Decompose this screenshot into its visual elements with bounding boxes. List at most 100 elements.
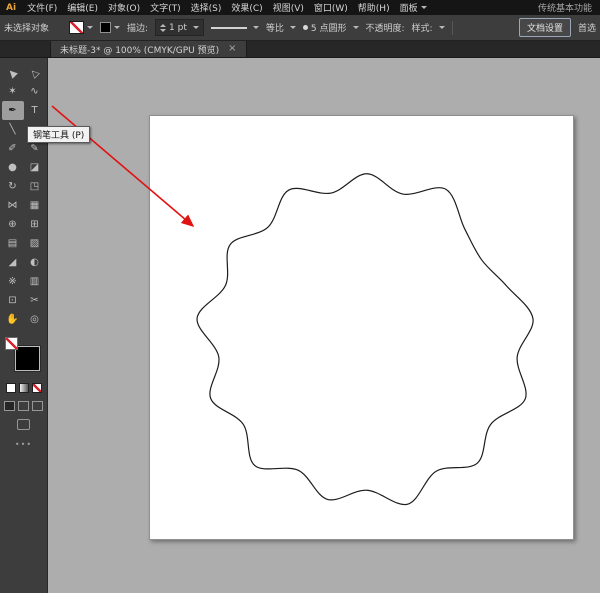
menu-object[interactable]: 对象(O) [103, 1, 145, 14]
preferences-button[interactable]: 首选 [578, 21, 596, 34]
scale-tool[interactable]: ◳ [24, 177, 46, 196]
chevron-down-icon [289, 26, 296, 29]
canvas-area[interactable] [48, 58, 600, 593]
column-graph-tool[interactable]: ▥ [24, 272, 46, 291]
pencil-icon: ✎ [30, 142, 39, 154]
chevron-down-icon [192, 26, 199, 29]
free-transform-icon: ▦ [29, 199, 40, 211]
width-tool[interactable]: ⋈ [2, 196, 24, 215]
magic-wand-tool[interactable]: ✶ [2, 82, 24, 101]
divider [451, 20, 453, 35]
fill-color-well[interactable] [69, 21, 93, 34]
free-transform-tool[interactable]: ▦ [24, 196, 46, 215]
lasso-tool[interactable]: ∿ [24, 82, 46, 101]
document-tab-title: 未标题-3* @ 100% (CMYK/GPU 预览) [60, 45, 220, 56]
rotate-tool[interactable]: ↻ [2, 177, 24, 196]
pen-tool-tooltip: 钢笔工具 (P) [27, 126, 91, 143]
perspective-grid-tool[interactable]: ⊞ [24, 215, 46, 234]
color-button[interactable] [5, 383, 16, 393]
blob-brush-icon: ● [8, 161, 17, 173]
application-window: Ai 文件(F) 编辑(E) 对象(O) 文字(T) 选择(S) 效果(C) 视图(V) 窗口… [0, 0, 600, 593]
hand-tool[interactable]: ✋ [2, 310, 24, 329]
width-profile-dropdown[interactable]: 等比 [266, 21, 296, 34]
tool-grid: ▶▷✶∿✒T╲▭✐✎●◪↻◳⋈▦⊕⊞▤▨◢◐※▥⊡✂✋◎ [0, 58, 47, 329]
selection-tool[interactable]: ▶ [2, 63, 24, 82]
perspective-grid-icon: ⊞ [30, 218, 39, 230]
menu-type[interactable]: 文字(T) [145, 1, 186, 14]
fill-none-swatch[interactable] [4, 337, 18, 350]
rotate-icon: ↻ [8, 180, 17, 192]
swatch-buttons [0, 383, 47, 393]
menubar-items: 文件(F) 编辑(E) 对象(O) 文字(T) 选择(S) 效果(C) 视图(V) 窗口(W)… [22, 1, 395, 14]
blend-tool[interactable]: ◐ [24, 253, 46, 272]
eyedropper-tool[interactable]: ◢ [2, 253, 24, 272]
menu-effect[interactable]: 效果(C) [226, 1, 267, 14]
close-icon[interactable]: × [228, 44, 236, 54]
document-setup-button[interactable]: 文档设置 [518, 18, 571, 37]
eyedropper-icon: ◢ [8, 256, 17, 268]
chevron-down-icon [420, 6, 427, 9]
chevron-down-icon [87, 26, 93, 29]
mesh-tool[interactable]: ▤ [2, 234, 24, 253]
zoom-icon: ◎ [30, 313, 39, 325]
stroke-weight-value: 1 pt [169, 22, 187, 33]
stroke-style-dropdown[interactable] [210, 26, 259, 29]
line-segment-tool[interactable]: ╲ [2, 120, 24, 139]
toolbar-overflow[interactable]: ••• [0, 440, 47, 449]
pen-icon: ✒ [8, 104, 17, 116]
none-button[interactable] [31, 383, 42, 393]
stepper-arrows-icon[interactable] [160, 23, 167, 32]
lasso-icon: ∿ [30, 85, 39, 97]
slice-tool[interactable]: ✂ [24, 291, 46, 310]
type-tool[interactable]: T [24, 101, 46, 120]
menu-edit[interactable]: 编辑(E) [62, 1, 103, 14]
gradient-tool[interactable]: ▨ [24, 234, 46, 253]
blend-icon: ◐ [30, 256, 39, 268]
brush-dropdown[interactable]: 5 点圆形 [302, 21, 359, 34]
scale-icon: ◳ [29, 180, 40, 192]
column-graph-icon: ▥ [29, 275, 40, 287]
symbol-sprayer-icon: ※ [8, 275, 17, 287]
menubar: Ai 文件(F) 编辑(E) 对象(O) 文字(T) 选择(S) 效果(C) 视图(V) 窗口… [0, 0, 600, 15]
shape-builder-tool[interactable]: ⊕ [2, 215, 24, 234]
direct-selection-tool[interactable]: ▷ [24, 63, 46, 82]
menu-select[interactable]: 选择(S) [186, 1, 227, 14]
zoom-tool[interactable]: ◎ [24, 310, 46, 329]
document-tab-bar: 未标题-3* @ 100% (CMYK/GPU 预览) × [0, 41, 600, 58]
stroke-black-swatch[interactable] [14, 346, 40, 371]
workspace-switcher[interactable]: 传统基本功能 [538, 1, 596, 14]
panel-menu-label: 面板 [399, 4, 418, 14]
menu-window[interactable]: 窗口(W) [309, 1, 353, 14]
fill-stroke-indicator [4, 337, 44, 375]
menu-view[interactable]: 视图(V) [268, 1, 309, 14]
direct-selection-icon: ▷ [27, 66, 41, 80]
selection-icon: ▶ [5, 66, 19, 80]
line-style-icon [210, 26, 247, 29]
control-panel: 未选择对象 描边: 1 pt 等比 5 点圆形 不透明度: 样式: 文档设置 首… [0, 15, 600, 41]
gradient-icon: ▨ [29, 237, 40, 249]
blob-path[interactable] [196, 173, 534, 506]
paintbrush-tool[interactable]: ✐ [2, 139, 24, 158]
screen-mode-button[interactable] [17, 419, 30, 430]
illustrator-logo: Ai [6, 2, 17, 13]
brush-dot-icon [302, 25, 308, 30]
stroke-weight-stepper[interactable]: 1 pt [155, 19, 204, 36]
menu-help[interactable]: 帮助(H) [353, 1, 395, 14]
gradient-button[interactable] [18, 383, 29, 393]
pen-tool[interactable]: ✒ [1, 101, 24, 120]
draw-behind-button[interactable] [18, 401, 29, 411]
document-tab[interactable]: 未标题-3* @ 100% (CMYK/GPU 预览) × [50, 41, 247, 57]
blob-brush-tool[interactable]: ● [2, 158, 24, 177]
menu-file[interactable]: 文件(F) [22, 1, 62, 14]
draw-inside-button[interactable] [32, 401, 43, 411]
artboard-tool[interactable]: ⊡ [2, 291, 24, 310]
eraser-tool[interactable]: ◪ [24, 158, 46, 177]
symbol-sprayer-tool[interactable]: ※ [2, 272, 24, 291]
artboard[interactable] [149, 115, 574, 540]
stroke-color-well[interactable] [100, 22, 120, 33]
style-dropdown[interactable]: 样式: [412, 21, 445, 34]
hand-icon: ✋ [6, 313, 19, 325]
draw-normal-button[interactable] [4, 401, 15, 411]
panel-menu[interactable]: 面板 [395, 1, 432, 14]
chevron-down-icon [114, 26, 120, 29]
